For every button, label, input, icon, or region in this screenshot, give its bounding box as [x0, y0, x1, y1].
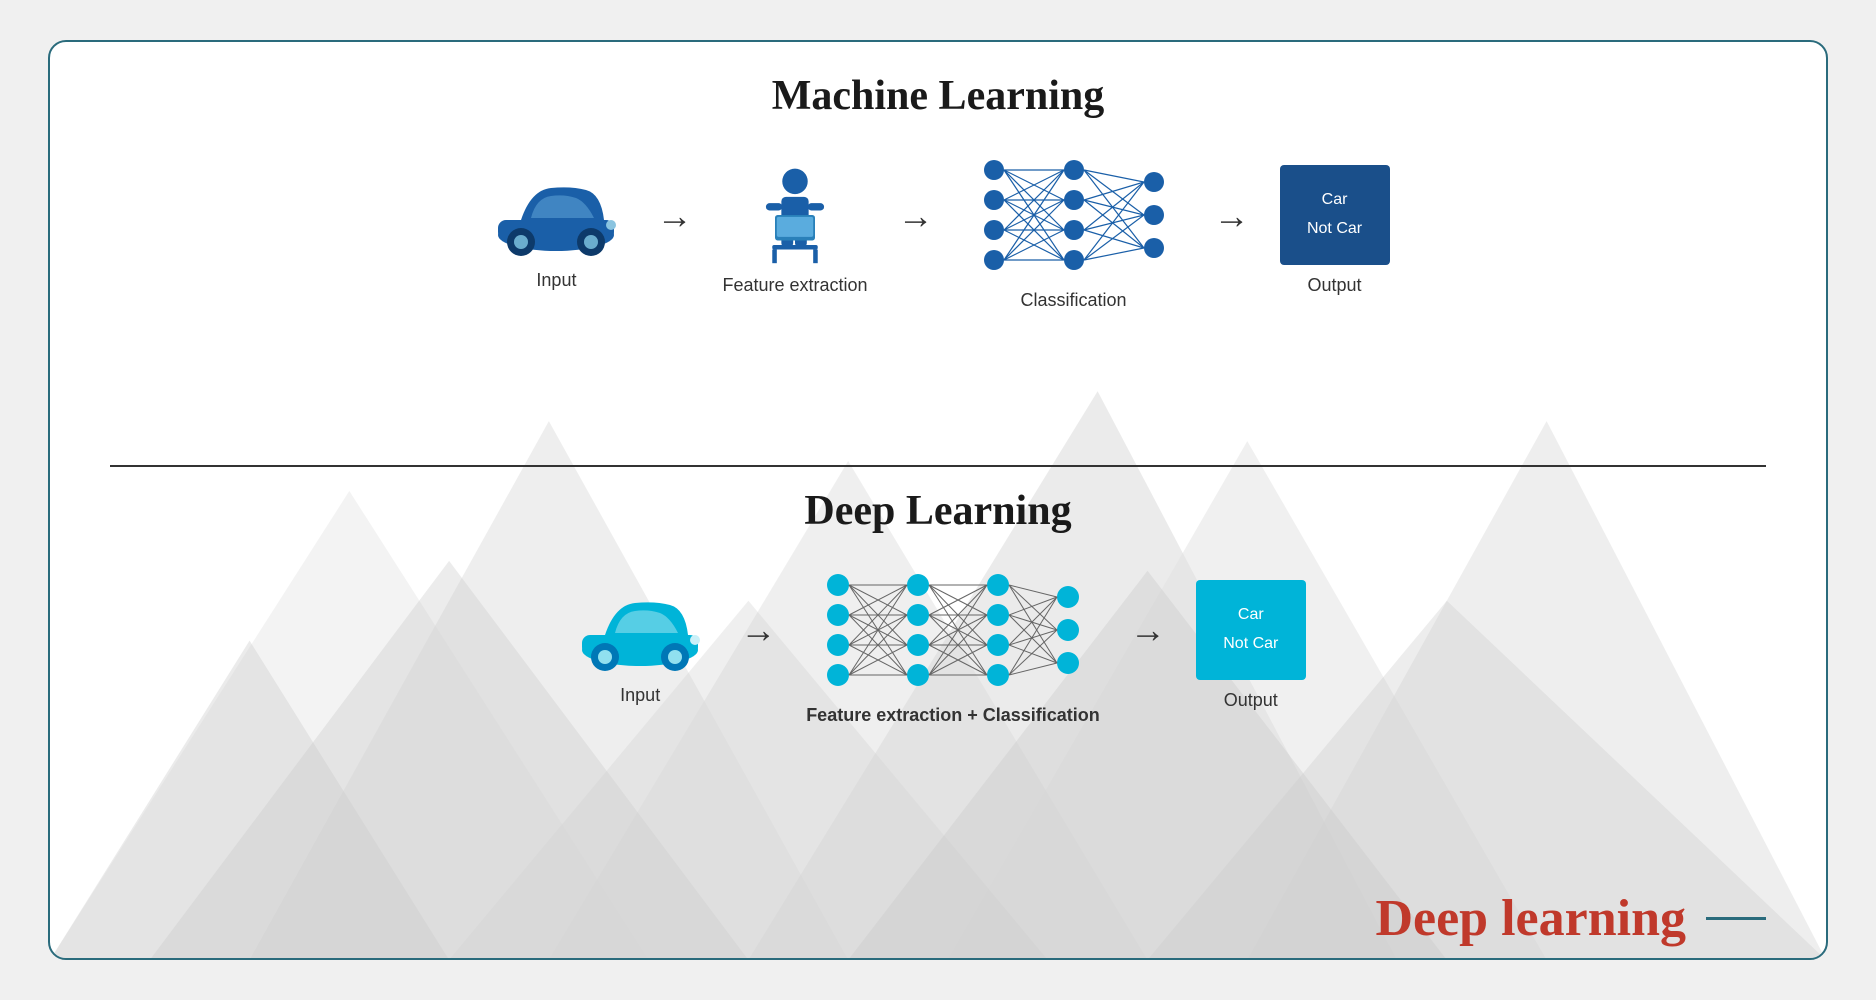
section-divider — [110, 465, 1766, 467]
dl-arrow-1: → — [740, 609, 776, 651]
dl-arrow-2: → — [1130, 609, 1166, 651]
ml-nn-icon — [964, 150, 1184, 280]
footer: Deep learning — [50, 879, 1826, 958]
ml-output-line1: Car — [1322, 186, 1348, 215]
dl-output-item: Car Not Car Output — [1196, 580, 1306, 711]
dl-section: Deep Learning — [50, 467, 1826, 880]
ml-section: Machine Learning — [50, 42, 1826, 465]
ml-output-label: Output — [1308, 275, 1362, 296]
dl-flow-row: Input → — [570, 565, 1306, 726]
dl-car-icon — [570, 585, 710, 675]
ml-person-icon — [745, 165, 845, 265]
ml-input-label: Input — [536, 270, 576, 291]
content-area: Machine Learning — [50, 42, 1826, 958]
dl-nn-icon — [813, 565, 1093, 695]
dl-output-line2: Not Car — [1223, 630, 1278, 659]
dl-output-line1: Car — [1238, 601, 1264, 630]
ml-feature-item: Feature extraction — [722, 165, 867, 296]
ml-output-box: Car Not Car — [1280, 165, 1390, 265]
footer-title: Deep learning — [1375, 889, 1686, 948]
ml-title: Machine Learning — [772, 72, 1105, 120]
ml-input-item: Input — [486, 170, 626, 291]
dl-output-box: Car Not Car — [1196, 580, 1306, 680]
dl-feature-label: Feature extraction + Classification — [806, 705, 1100, 726]
dl-input-item: Input — [570, 585, 710, 706]
ml-feature-label: Feature extraction — [722, 275, 867, 296]
main-container: Machine Learning — [48, 40, 1828, 960]
ml-arrow-2: → — [898, 195, 934, 237]
ml-car-icon — [486, 170, 626, 260]
footer-line — [1706, 917, 1766, 920]
ml-output-item: Car Not Car Output — [1280, 165, 1390, 296]
dl-feature-item: Feature extraction + Classification — [806, 565, 1100, 726]
ml-flow-row: Input → — [486, 150, 1389, 311]
ml-output-line2: Not Car — [1307, 215, 1362, 244]
dl-title: Deep Learning — [804, 487, 1071, 535]
ml-classification-item: Classification — [964, 150, 1184, 311]
dl-input-label: Input — [620, 685, 660, 706]
ml-classification-label: Classification — [1021, 290, 1127, 311]
ml-arrow-3: → — [1214, 195, 1250, 237]
dl-output-label: Output — [1224, 690, 1278, 711]
ml-arrow-1: → — [656, 195, 692, 237]
